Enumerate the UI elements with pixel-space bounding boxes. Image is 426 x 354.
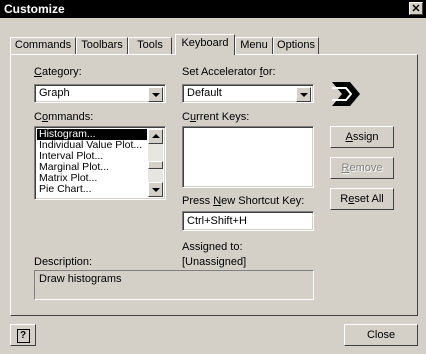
description-value: Draw histograms (39, 273, 122, 285)
shortcut-value: Ctrl+Shift+H (187, 215, 247, 227)
accelerator-select[interactable]: Default (182, 84, 314, 103)
commands-scrollbar[interactable] (148, 129, 163, 197)
tab-menu[interactable]: Menu (235, 37, 273, 54)
assigned-value: [Unassigned] (182, 256, 247, 268)
accelerator-label: Set Accelerator for: (182, 66, 276, 78)
accelerator-value: Default (187, 87, 222, 99)
title-bar: Customize ✕ (0, 0, 426, 18)
category-value: Graph (39, 87, 70, 99)
scroll-up-icon[interactable] (148, 129, 163, 144)
category-label: Category: (34, 66, 82, 78)
remove-button[interactable]: Remove (330, 157, 394, 179)
tab-commands[interactable]: Commands (10, 37, 76, 54)
close-button[interactable]: Close (344, 324, 418, 346)
tab-tools[interactable]: Tools (128, 37, 172, 54)
customize-dialog: Customize ✕ Commands Toolbars Tools Keyb… (0, 0, 426, 354)
description-label: Description: (34, 256, 93, 268)
window-title: Customize (4, 2, 65, 16)
list-item[interactable]: Pie Chart... (37, 184, 92, 195)
help-icon: ? (16, 329, 30, 343)
accelerator-icon (330, 80, 370, 108)
shortcut-input[interactable]: Ctrl+Shift+H (182, 211, 314, 231)
reset-all-button[interactable]: Reset All (330, 188, 394, 210)
tab-options[interactable]: Options (273, 37, 319, 54)
assigned-label: Assigned to: (182, 241, 243, 253)
chevron-down-icon[interactable] (296, 87, 311, 102)
tab-toolbars[interactable]: Toolbars (76, 37, 128, 54)
close-icon[interactable]: ✕ (409, 2, 423, 15)
current-keys-label: Current Keys: (182, 111, 250, 123)
category-select[interactable]: Graph (34, 84, 166, 103)
assign-button[interactable]: Assign (330, 126, 394, 148)
help-button[interactable]: ? (10, 324, 36, 346)
chevron-down-icon[interactable] (148, 87, 163, 102)
commands-label: Commands: (34, 111, 94, 123)
scroll-down-icon[interactable] (148, 182, 163, 197)
current-keys-list[interactable] (182, 126, 314, 188)
shortcut-label: Press New Shortcut Key: (182, 195, 305, 207)
scroll-thumb[interactable] (148, 161, 163, 169)
description-box: Draw histograms (34, 270, 314, 300)
tab-keyboard[interactable]: Keyboard (175, 34, 235, 55)
commands-list[interactable]: Histogram... Individual Value Plot... In… (34, 126, 166, 200)
